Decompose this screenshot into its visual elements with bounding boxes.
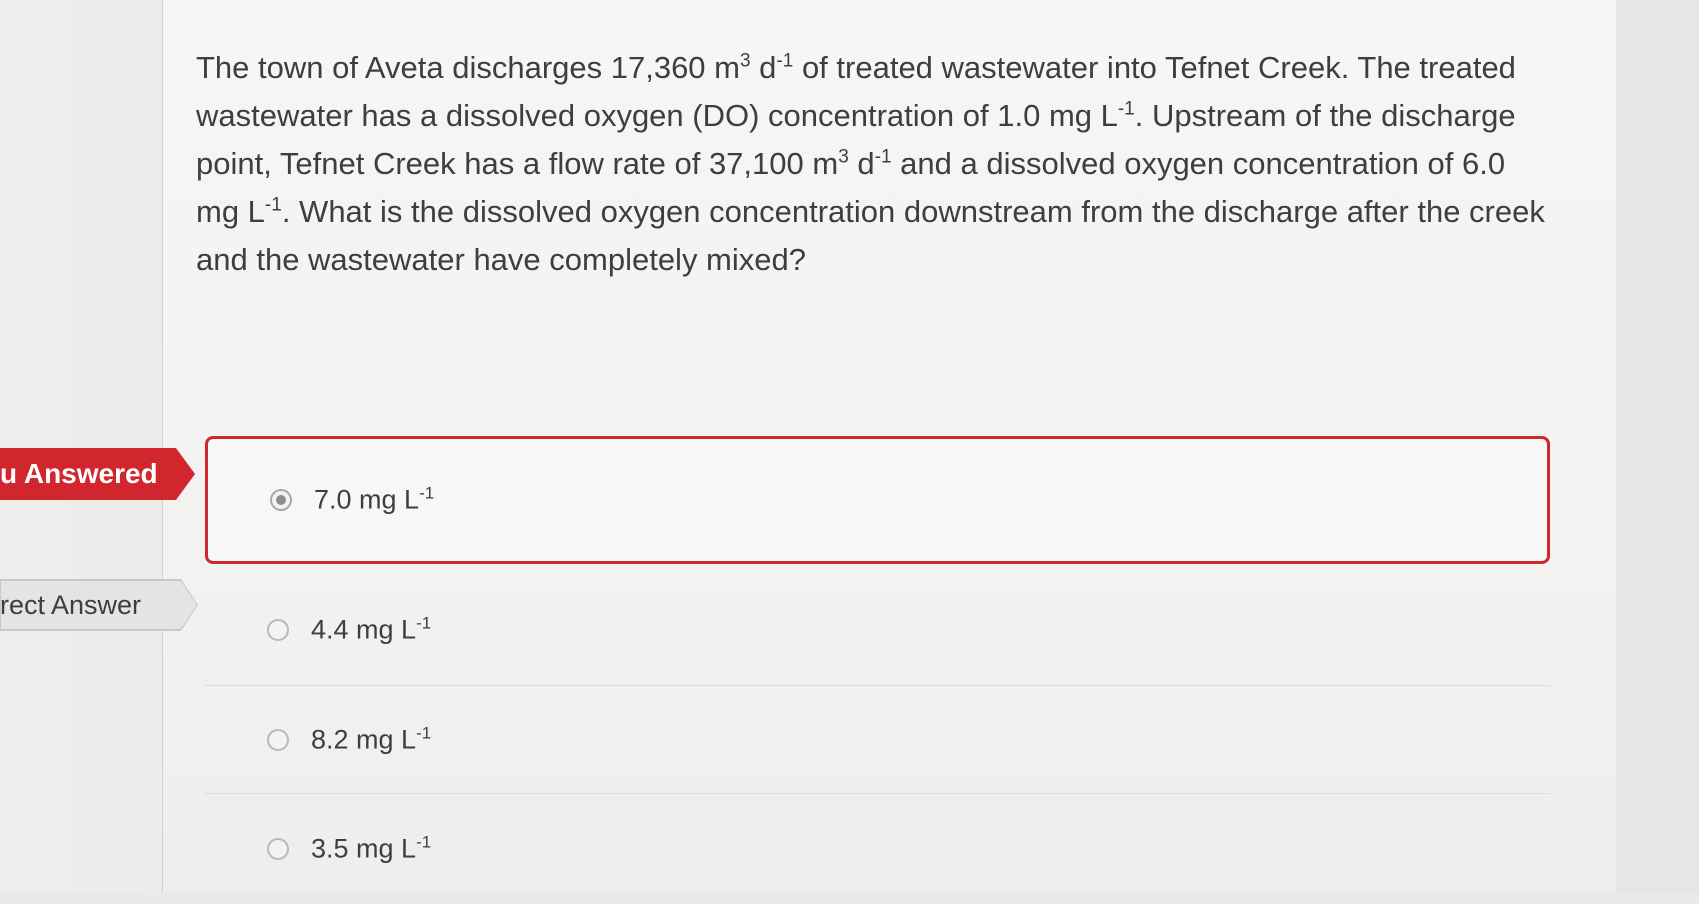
answer-option-label: 3.5 mg L-1 <box>311 834 431 865</box>
superscript: 3 <box>739 50 751 72</box>
radio-button[interactable] <box>267 618 289 641</box>
question-text-segment: The town of Aveta discharges 17,360 m <box>196 50 740 85</box>
answer-options: 7.0 mg L-1 4.4 mg L-1 8.2 mg L-1 3.5 mg … <box>205 436 1550 904</box>
question-text: The town of Aveta discharges 17,360 m3 d… <box>196 44 1556 284</box>
question-text-segment: d <box>848 146 875 181</box>
answer-value: 3.5 mg L <box>311 833 417 864</box>
correct-answer-label: rect Answer <box>0 590 142 620</box>
you-answered-tag: u Answered <box>0 448 195 500</box>
superscript: 3 <box>838 146 849 168</box>
superscript: -1 <box>1117 98 1135 120</box>
left-gutter <box>0 0 163 893</box>
radio-button-selected[interactable] <box>270 489 292 511</box>
answer-value: 4.4 mg L <box>311 614 417 644</box>
superscript: -1 <box>874 146 892 168</box>
answer-option[interactable]: 3.5 mg L-1 <box>205 794 1550 904</box>
superscript: -1 <box>416 832 432 852</box>
answer-option-label: 4.4 mg L-1 <box>311 614 431 645</box>
answer-option[interactable]: 4.4 mg L-1 <box>205 574 1550 686</box>
answer-option-label: 8.2 mg L-1 <box>311 724 431 755</box>
question-text-segment: . What is the dissolved oxygen concentra… <box>196 194 1545 277</box>
superscript: -1 <box>416 723 432 742</box>
superscript: -1 <box>419 483 435 503</box>
you-answered-label: u Answered <box>0 458 158 489</box>
answer-value: 7.0 mg L <box>314 484 420 515</box>
superscript: -1 <box>416 613 432 632</box>
radio-button[interactable] <box>267 728 289 751</box>
answer-option-label: 7.0 mg L-1 <box>314 485 434 516</box>
answer-value: 8.2 mg L <box>311 724 417 754</box>
right-gutter <box>1616 0 1699 893</box>
superscript: -1 <box>776 50 794 72</box>
question-text-segment: d <box>750 50 777 85</box>
radio-button[interactable] <box>267 838 289 860</box>
correct-answer-tag: rect Answer <box>0 580 197 630</box>
superscript: -1 <box>264 194 282 216</box>
answer-option[interactable]: 8.2 mg L-1 <box>205 686 1550 794</box>
answer-option[interactable]: 7.0 mg L-1 <box>205 436 1550 564</box>
